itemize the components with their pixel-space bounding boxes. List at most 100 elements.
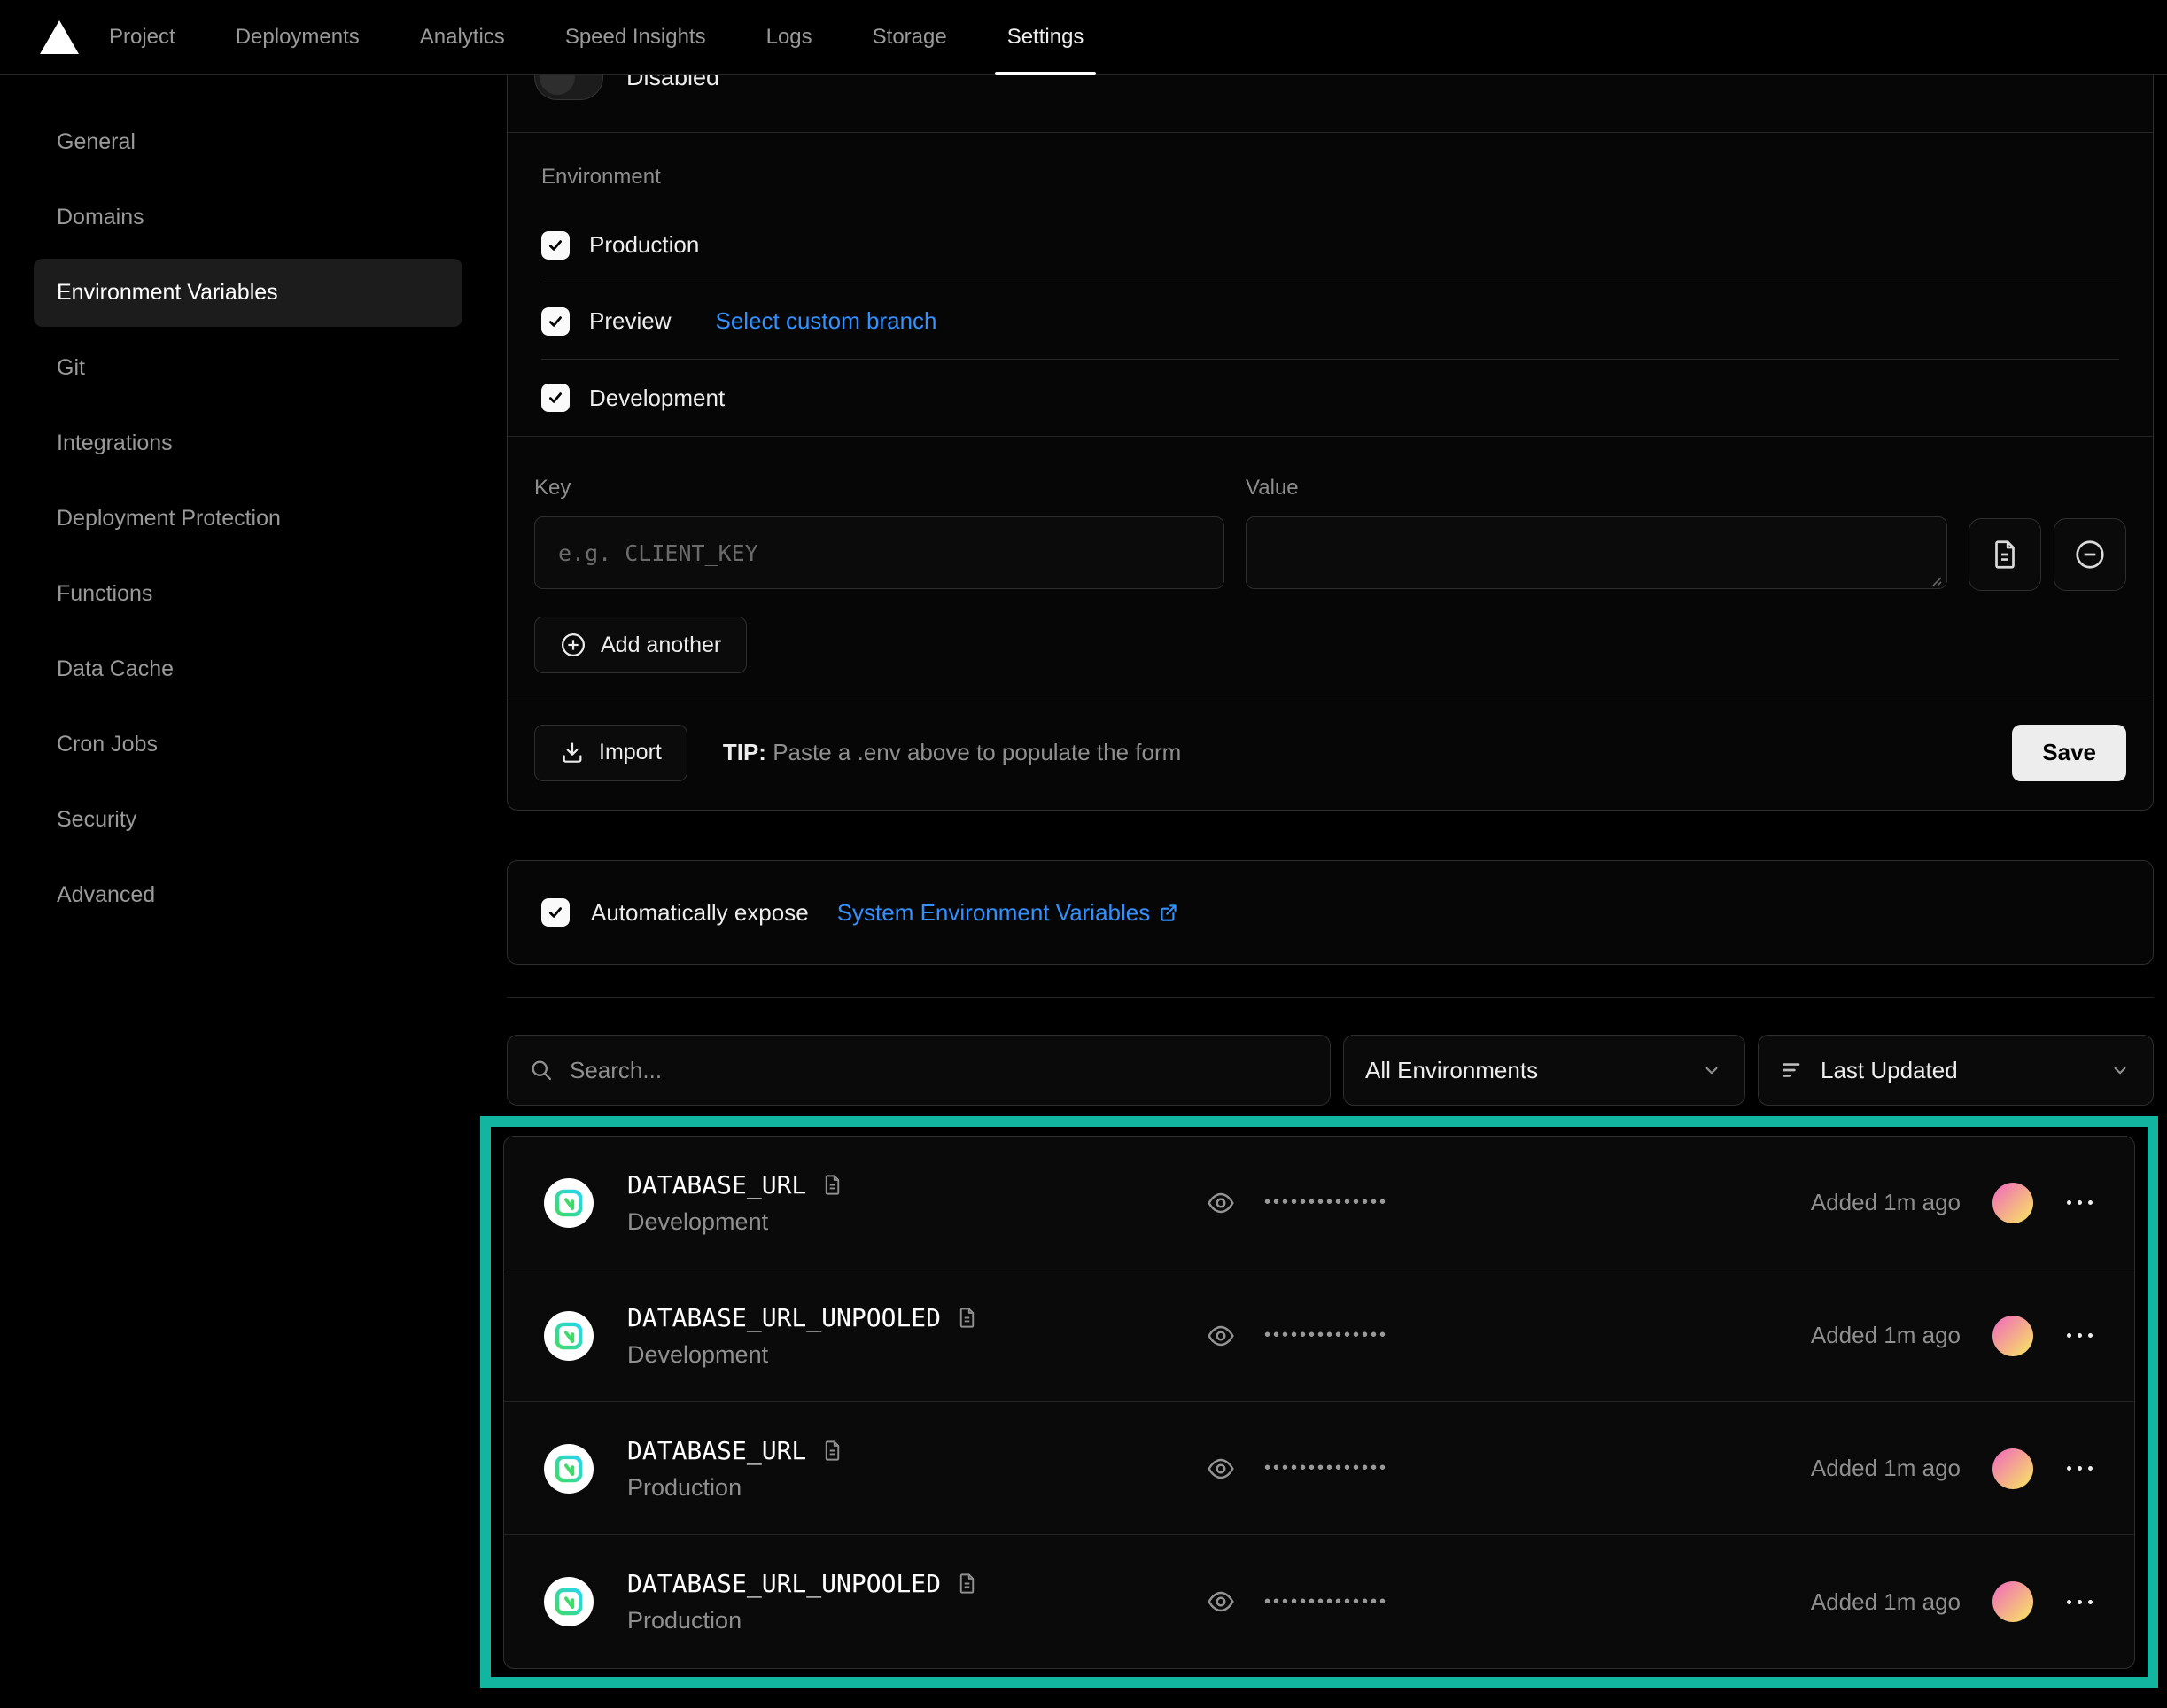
preview-checkbox[interactable] — [541, 307, 570, 336]
auto-expose-label: Automatically expose — [591, 899, 809, 927]
environment-filter-value: All Environments — [1365, 1057, 1538, 1084]
sensitive-toggle[interactable] — [534, 75, 603, 100]
environment-section: Environment Production Preview Select cu… — [508, 133, 2153, 436]
copy-icon[interactable] — [955, 1572, 979, 1595]
copy-icon[interactable] — [820, 1439, 844, 1463]
sidebar-item-advanced[interactable]: Advanced — [34, 861, 462, 929]
row-menu-button[interactable] — [2065, 1459, 2094, 1478]
settings-sidebar: General Domains Environment Variables Gi… — [0, 75, 462, 1688]
sidebar-item-data-cache[interactable]: Data Cache — [34, 635, 462, 703]
copy-icon[interactable] — [955, 1306, 979, 1330]
key-input[interactable] — [534, 516, 1224, 589]
nav-tabs: Project Deployments Analytics Speed Insi… — [109, 0, 1084, 74]
sidebar-item-integrations[interactable]: Integrations — [34, 409, 462, 477]
masked-value: •••••••••••••• — [1264, 1458, 1388, 1479]
toggle-state-label: Disabled — [626, 75, 719, 91]
sidebar-item-security[interactable]: Security — [34, 786, 462, 854]
copy-icon[interactable] — [820, 1173, 844, 1197]
row-menu-button[interactable] — [2065, 1326, 2094, 1345]
nav-tab-speed-insights[interactable]: Speed Insights — [565, 0, 706, 74]
eye-icon[interactable] — [1204, 1588, 1238, 1616]
nav-tab-analytics[interactable]: Analytics — [420, 0, 505, 74]
sidebar-item-cron-jobs[interactable]: Cron Jobs — [34, 710, 462, 779]
tip-text: TIP: Paste a .env above to populate the … — [723, 739, 1181, 766]
env-var-environment: Development — [627, 1208, 844, 1236]
value-label: Value — [1246, 476, 1947, 501]
auto-expose-checkbox[interactable] — [541, 898, 570, 927]
added-timestamp: Added 1m ago — [1811, 1189, 1961, 1216]
sort-dropdown[interactable]: Last Updated — [1758, 1035, 2154, 1106]
import-button[interactable]: Import — [534, 725, 687, 781]
resize-handle[interactable] — [1930, 574, 1942, 586]
development-checkbox[interactable] — [541, 384, 570, 412]
import-download-icon — [560, 741, 585, 765]
sidebar-item-domains[interactable]: Domains — [34, 183, 462, 252]
added-timestamp: Added 1m ago — [1811, 1322, 1961, 1349]
nav-tab-deployments[interactable]: Deployments — [236, 0, 360, 74]
neon-integration-icon — [544, 1311, 594, 1361]
user-avatar — [1992, 1183, 2033, 1223]
eye-icon[interactable] — [1204, 1189, 1238, 1217]
eye-icon[interactable] — [1204, 1455, 1238, 1483]
system-env-vars-link[interactable]: System Environment Variables — [837, 899, 1181, 927]
paste-env-file-button[interactable] — [1969, 518, 2041, 591]
search-icon — [529, 1058, 554, 1083]
env-variables-panel: Disabled Environment Production Preview — [507, 75, 2154, 1688]
sidebar-item-general[interactable]: General — [34, 108, 462, 176]
env-var-list: DATABASE_URL Development ••••• — [503, 1136, 2135, 1669]
env-var-row: DATABASE_URL Production •••••• — [504, 1402, 2134, 1535]
env-var-environment: Development — [627, 1341, 979, 1369]
sidebar-item-git[interactable]: Git — [34, 334, 462, 402]
masked-value: •••••••••••••• — [1264, 1592, 1388, 1612]
nav-tab-project[interactable]: Project — [109, 0, 175, 74]
nav-tab-logs[interactable]: Logs — [766, 0, 812, 74]
sidebar-item-deployment-protection[interactable]: Deployment Protection — [34, 485, 462, 553]
check-icon — [547, 904, 564, 921]
env-var-environment: Production — [627, 1607, 979, 1634]
search-input[interactable] — [570, 1057, 1309, 1084]
nav-tab-storage[interactable]: Storage — [873, 0, 947, 74]
nav-tab-settings[interactable]: Settings — [1007, 0, 1084, 74]
filter-row: All Environments Last Updated — [507, 1035, 2154, 1106]
vercel-logo-icon[interactable] — [40, 20, 79, 54]
sidebar-item-environment-variables[interactable]: Environment Variables — [34, 259, 462, 327]
env-var-row: DATABASE_URL Development ••••• — [504, 1137, 2134, 1269]
save-button[interactable]: Save — [2012, 725, 2126, 781]
chevron-down-icon — [1700, 1059, 1723, 1082]
file-text-icon — [1988, 538, 2022, 571]
highlight-annotation-box: DATABASE_URL Development ••••• — [480, 1116, 2158, 1688]
select-custom-branch-link[interactable]: Select custom branch — [715, 307, 936, 335]
user-avatar — [1992, 1316, 2033, 1356]
development-label: Development — [589, 384, 725, 412]
added-timestamp: Added 1m ago — [1811, 1455, 1961, 1482]
add-another-button[interactable]: Add another — [534, 617, 747, 673]
env-var-environment: Production — [627, 1474, 844, 1502]
env-var-name: DATABASE_URL_UNPOOLED — [627, 1303, 941, 1332]
sort-value: Last Updated — [1821, 1057, 1958, 1084]
form-footer: Import TIP: Paste a .env above to popula… — [508, 695, 2153, 810]
sensitive-toggle-row: Disabled — [508, 75, 2153, 133]
sort-lines-icon — [1780, 1058, 1805, 1083]
sidebar-item-functions[interactable]: Functions — [34, 560, 462, 628]
key-value-section: Key Value — [508, 437, 2153, 695]
value-input[interactable] — [1246, 516, 1947, 589]
add-another-label: Add another — [601, 633, 721, 658]
env-row-preview: Preview Select custom branch — [541, 283, 2119, 360]
divider — [507, 997, 2154, 998]
added-timestamp: Added 1m ago — [1811, 1588, 1961, 1616]
row-menu-button[interactable] — [2065, 1593, 2094, 1611]
neon-integration-icon — [544, 1577, 594, 1626]
environment-filter-dropdown[interactable]: All Environments — [1343, 1035, 1745, 1106]
check-icon — [547, 389, 564, 407]
eye-icon[interactable] — [1204, 1322, 1238, 1350]
top-nav: Project Deployments Analytics Speed Insi… — [0, 0, 2167, 75]
neon-integration-icon — [544, 1444, 594, 1494]
masked-value: •••••••••••••• — [1264, 1325, 1388, 1346]
environment-label: Environment — [541, 165, 2119, 190]
user-avatar — [1992, 1448, 2033, 1489]
env-var-name: DATABASE_URL_UNPOOLED — [627, 1569, 941, 1598]
check-icon — [547, 313, 564, 330]
remove-row-button[interactable] — [2054, 518, 2126, 591]
production-checkbox[interactable] — [541, 231, 570, 260]
row-menu-button[interactable] — [2065, 1193, 2094, 1212]
